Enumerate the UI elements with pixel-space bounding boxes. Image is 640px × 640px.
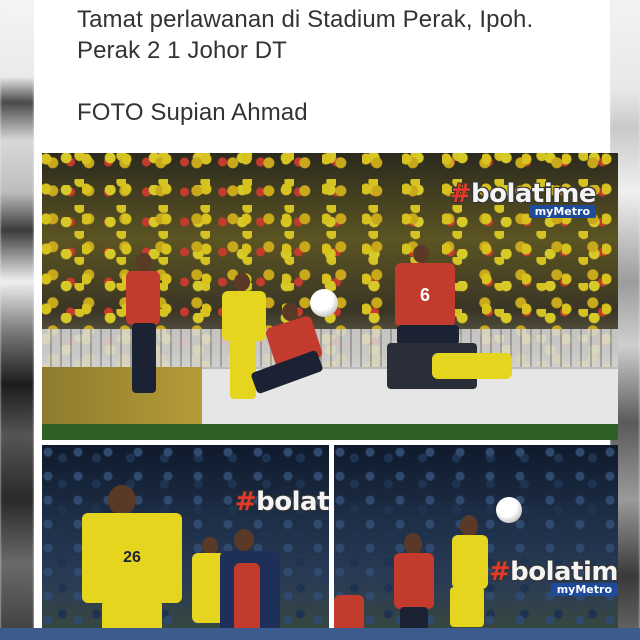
- watermark-text: #bolat: [235, 487, 329, 517]
- photo-bottom-right[interactable]: #bolatim myMetro: [334, 445, 618, 640]
- post-caption: Tamat perlawanan di Stadium Perak, Ipoh.…: [77, 4, 597, 128]
- player-legs: [132, 323, 156, 393]
- jersey-number: 26: [123, 549, 141, 566]
- watermark-hash: #: [488, 557, 511, 587]
- caption-line-4: FOTO Supian Ahmad: [77, 99, 308, 126]
- watermark-bolatime: #bolat: [235, 487, 329, 517]
- player-head: [136, 253, 152, 271]
- player-legs: [230, 339, 256, 399]
- football: [496, 497, 522, 523]
- player-torso: [452, 535, 488, 589]
- watermark-sub: myMetro: [528, 205, 596, 218]
- player-head: [413, 245, 429, 263]
- watermark-bolatime: #bolatime myMetro: [449, 179, 597, 218]
- blurred-background-left: [0, 0, 34, 640]
- player-torso: [126, 271, 160, 325]
- player-head: [108, 485, 136, 515]
- player-head: [460, 515, 478, 537]
- post-card: Tamat perlawanan di Stadium Perak, Ipoh.…: [34, 0, 618, 640]
- ad-board-left: [42, 367, 202, 425]
- player-legs: [450, 587, 484, 627]
- player-head: [234, 529, 254, 551]
- photo-main[interactable]: 6 #bolatime myMetro: [42, 153, 618, 440]
- jersey-number: 6: [419, 284, 430, 305]
- player-shorts: [397, 325, 459, 345]
- football: [310, 289, 338, 317]
- bottom-navigation-bar: [0, 628, 640, 640]
- player-head: [234, 273, 250, 291]
- player-torso: [394, 553, 434, 609]
- player-torso: [222, 291, 266, 341]
- player-stripe: [234, 563, 260, 633]
- watermark-bolatime: #bolatim myMetro: [489, 557, 618, 596]
- player-head: [404, 533, 422, 555]
- photo-bottom-left[interactable]: 26 #bolat: [42, 445, 329, 640]
- player-torso: [432, 353, 512, 379]
- watermark-sub: myMetro: [550, 583, 618, 596]
- player-torso: 6: [395, 263, 455, 327]
- caption-line-1: Tamat perlawanan di Stadium Perak, Ipoh.: [77, 6, 534, 33]
- watermark-hash: #: [234, 487, 257, 517]
- pitch: [42, 424, 618, 440]
- player-torso: 26: [82, 513, 182, 603]
- watermark-hash: #: [449, 179, 472, 209]
- stand-railing: [42, 329, 618, 369]
- watermark-word: bolat: [256, 487, 329, 517]
- caption-line-2: Perak 2 1 Johor DT: [77, 37, 287, 64]
